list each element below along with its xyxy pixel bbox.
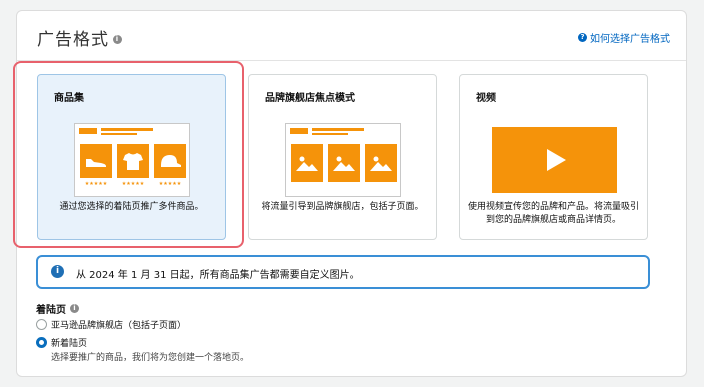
store-spotlight-thumbnail (285, 123, 401, 197)
help-link-text[interactable]: 如何选择广告格式 (590, 30, 670, 45)
card-description: 使用视频宣传您的品牌和产品。将流量吸引到您的品牌旗舰店或商品详情页。 (468, 202, 640, 225)
page-title: 广告格式 i (37, 25, 122, 50)
card-title: 商品集 (54, 93, 84, 104)
thumbnail-subline-bar (312, 133, 348, 135)
thumbnail-logo-bar (79, 128, 97, 134)
video-thumbnail (492, 127, 617, 193)
card-description: 通过您选择的着陆页推广多件商品。 (59, 202, 204, 212)
radio-option-new-landing-page[interactable]: 新着陆页 (36, 336, 87, 349)
radio-label[interactable]: 新着陆页 (51, 336, 87, 349)
card-title: 视频 (476, 93, 496, 104)
landing-page-label-text: 着陆页 (36, 305, 66, 316)
rating-stars: ★★★★★ (84, 181, 108, 187)
format-card-video[interactable]: 视频 使用视频宣传您的品牌和产品。将流量吸引到您的品牌旗舰店或商品详情页。 (459, 74, 648, 240)
info-icon[interactable]: i (113, 34, 122, 44)
thumbnail-headline-bar (101, 128, 153, 131)
radio-option-brand-store[interactable]: 亚马逊品牌旗舰店（包括子页面） (36, 318, 186, 331)
radio-button[interactable] (36, 319, 47, 330)
rating-stars: ★★★★★ (158, 181, 182, 187)
card-description: 将流量引导到品牌旗舰店，包括子页面。 (261, 202, 424, 212)
thumbnail-subline-bar (101, 133, 137, 135)
card-title: 品牌旗舰店焦点模式 (265, 93, 355, 104)
radio-label[interactable]: 亚马逊品牌旗舰店（包括子页面） (51, 318, 186, 331)
info-icon[interactable]: i (70, 304, 79, 313)
image-placeholder-icon (365, 144, 397, 182)
image-placeholder-icon (328, 144, 360, 182)
help-link[interactable]: ? 如何选择广告格式 (578, 30, 670, 45)
format-card-product-collection[interactable]: 商品集 ★★★★★ ★★★★★ ★★★★★ 通过您选择的着陆页推广多件商品。 (37, 74, 226, 240)
product-collection-thumbnail: ★★★★★ ★★★★★ ★★★★★ (74, 123, 190, 197)
thumbnail-logo-bar (290, 128, 308, 134)
info-circle-icon: i (51, 265, 64, 278)
info-notice: i 从 2024 年 1 月 31 日起，所有商品集广告都需要自定义图片。 (36, 255, 650, 289)
shoe-icon (80, 144, 112, 178)
image-placeholder-icon (291, 144, 323, 182)
question-icon: ? (578, 33, 587, 42)
landing-page-section-label: 着陆页 i (36, 301, 79, 316)
format-card-store-spotlight[interactable]: 品牌旗舰店焦点模式 将流量引导到品牌旗舰店，包括子页面。 (248, 74, 437, 240)
radio-option-description: 选择要推广的商品，我们将为您创建一个落地页。 (51, 353, 250, 363)
panel-header: 广告格式 i ? 如何选择广告格式 (17, 11, 686, 61)
play-icon (546, 149, 566, 171)
notice-text: 从 2024 年 1 月 31 日起，所有商品集广告都需要自定义图片。 (76, 270, 360, 281)
page-title-text: 广告格式 (37, 30, 109, 50)
tshirt-icon (117, 144, 149, 178)
cap-icon (154, 144, 186, 178)
radio-button-checked[interactable] (36, 337, 47, 348)
rating-stars: ★★★★★ (121, 181, 145, 187)
thumbnail-headline-bar (312, 128, 364, 131)
